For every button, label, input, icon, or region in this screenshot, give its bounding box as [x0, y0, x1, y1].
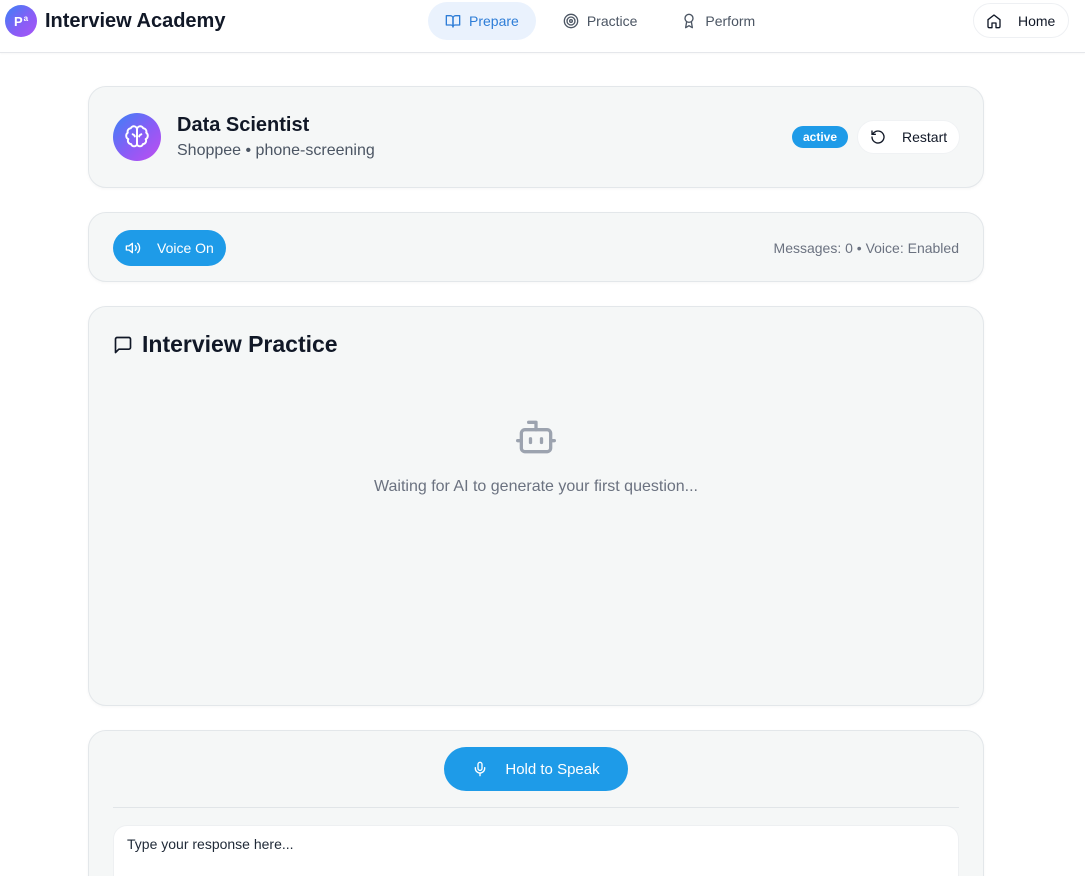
target-icon	[563, 13, 579, 29]
voice-status-text: Messages: 0 • Voice: Enabled	[773, 240, 959, 256]
book-open-icon	[445, 15, 461, 28]
nav-item-label: Perform	[705, 13, 756, 29]
brand-logo: Pa	[5, 5, 37, 37]
hold-to-speak-button[interactable]: Hold to Speak	[444, 747, 628, 791]
volume-icon	[125, 242, 141, 254]
response-input-card: Hold to Speak	[88, 730, 984, 876]
practice-title-text: Interview Practice	[142, 331, 338, 357]
home-button[interactable]: Home	[973, 3, 1070, 38]
brand[interactable]: Pa Interview Academy	[5, 5, 225, 37]
brand-name: Interview Academy	[45, 9, 226, 32]
divider	[113, 807, 959, 808]
avatar	[113, 113, 161, 161]
nav-item-perform[interactable]: Perform	[664, 2, 772, 40]
main-nav: Prepare Practice Perform	[428, 2, 772, 40]
restart-button-label: Restart	[902, 129, 948, 145]
status-badge: active	[792, 126, 849, 148]
interview-practice-card: Interview Practice Waiting for AI to gen…	[88, 306, 984, 706]
top-navbar: Pa Interview Academy Prepare Practice Pe…	[0, 0, 1085, 53]
role-subtitle: Shoppee • phone-screening	[177, 142, 375, 159]
bot-icon	[516, 420, 556, 454]
role-title: Data Scientist	[177, 114, 310, 136]
nav-item-prepare[interactable]: Prepare	[428, 2, 536, 40]
voice-control-card: Voice On Messages: 0 • Voice: Enabled	[88, 212, 984, 282]
home-icon	[987, 13, 1001, 28]
voice-toggle-button[interactable]: Voice On	[113, 230, 226, 266]
rotate-ccw-icon	[871, 130, 885, 144]
voice-toggle-label: Voice On	[157, 240, 214, 256]
microphone-icon	[475, 761, 486, 777]
brain-icon	[125, 125, 149, 148]
restart-button[interactable]: Restart	[857, 120, 961, 154]
empty-state-text: Waiting for AI to generate your first qu…	[373, 478, 698, 495]
nav-item-label: Practice	[586, 13, 638, 29]
nav-item-label: Prepare	[469, 13, 519, 29]
response-textarea[interactable]	[113, 825, 959, 876]
session-header-card: Data Scientist Shoppee • phone-screening…	[88, 86, 984, 188]
nav-item-practice[interactable]: Practice	[546, 2, 655, 40]
brand-logo-letter: P	[13, 13, 23, 29]
home-button-label: Home	[1018, 12, 1056, 29]
message-square-icon	[114, 336, 132, 353]
award-icon	[684, 13, 695, 29]
hold-to-speak-label: Hold to Speak	[505, 760, 600, 778]
brand-logo-sup: a	[23, 13, 29, 23]
practice-title: Interview Practice	[113, 331, 338, 358]
